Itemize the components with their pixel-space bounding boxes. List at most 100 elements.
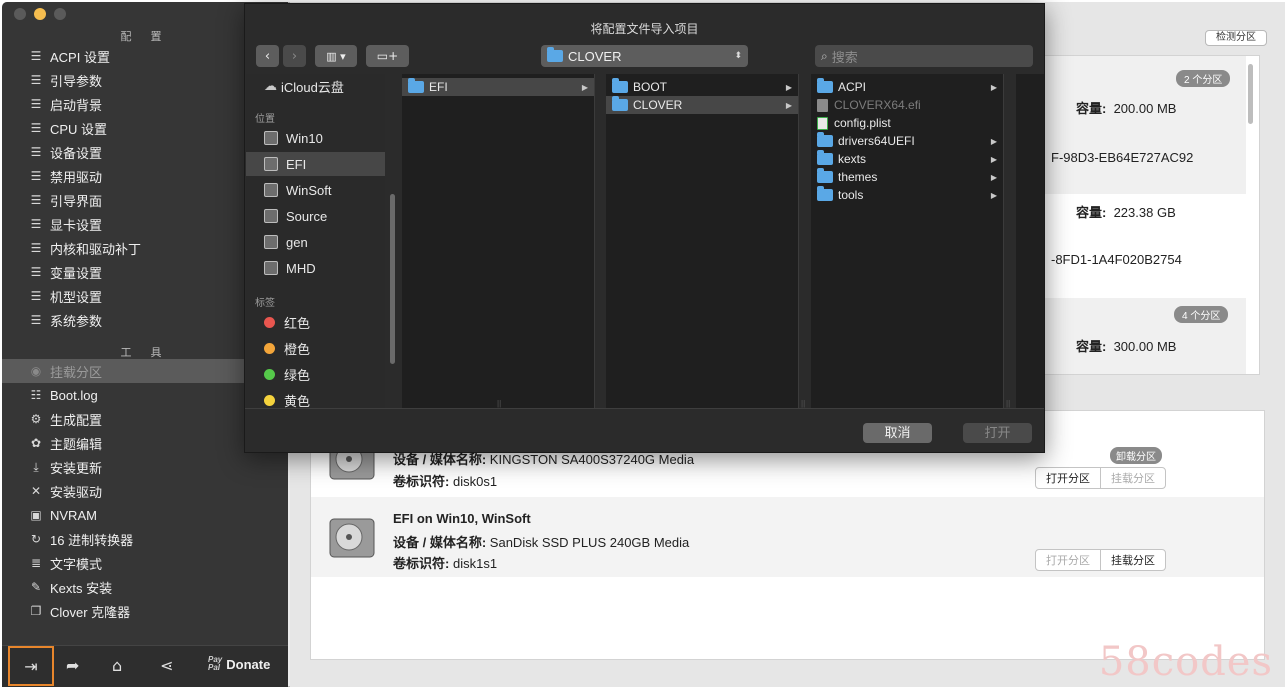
export-icon: ➦ xyxy=(66,656,80,675)
sidebar-item-install-update[interactable]: ⤓ 安装更新 xyxy=(2,455,288,479)
partition-count-badge: 2 个分区 xyxy=(1176,70,1231,87)
forward-button[interactable]: › xyxy=(283,45,306,67)
minimize-window-button[interactable] xyxy=(34,8,46,20)
folder-icon xyxy=(817,168,833,183)
view-mode-button[interactable]: ▥ ▾ xyxy=(315,45,357,67)
sidebar-item-icloud[interactable]: ☁ iCloud云盘 xyxy=(246,74,385,98)
folder-acpi[interactable]: ACPI ▶ xyxy=(811,78,1003,96)
search-icon: ⌕ xyxy=(821,48,828,63)
tags-heading: 标签 xyxy=(255,298,275,309)
scrollbar[interactable] xyxy=(1248,64,1253,124)
folder-drivers64uefi[interactable]: drivers64UEFI ▶ xyxy=(811,132,1003,150)
partition-actions: 打开分区 挂载分区 xyxy=(1035,549,1166,571)
list-icon: ☰ xyxy=(30,265,42,279)
hard-disk-icon xyxy=(329,518,375,558)
list-icon: ☰ xyxy=(30,145,42,159)
cancel-button[interactable]: 取消 xyxy=(863,423,932,443)
sidebar-toolbar: ⇥ ➦ ⌂ ⋖ Pay Pal Donate xyxy=(2,645,288,687)
new-folder-icon: ▭+ xyxy=(376,49,399,63)
folder-icon xyxy=(817,150,833,165)
paypal-icon: Pay Pal xyxy=(208,655,223,672)
folder-icon xyxy=(817,78,833,93)
mount-partition-button[interactable]: 挂载分区 xyxy=(1100,468,1165,488)
plist-file-icon xyxy=(817,116,828,130)
sidebar-item-kexts-installer[interactable]: ✎ Kexts 安装 xyxy=(2,575,288,599)
log-icon: ☷ xyxy=(30,388,42,402)
folder-icon xyxy=(408,78,424,93)
tag-green[interactable]: 绿色 xyxy=(246,362,385,386)
download-icon: ⤓ xyxy=(33,459,39,474)
drive-icon xyxy=(264,261,278,275)
path-popup[interactable]: CLOVER ⬍ xyxy=(541,45,748,67)
folder-boot[interactable]: BOOT ▶ xyxy=(606,78,798,96)
zoom-window-button[interactable] xyxy=(54,8,66,20)
sidebar-item-text-mode[interactable]: ≣ 文字模式 xyxy=(2,551,288,575)
folder-themes[interactable]: themes ▶ xyxy=(811,168,1003,186)
location-winsoft[interactable]: WinSoft xyxy=(246,178,385,202)
partition-row[interactable]: EFI on Win10, WinSoft 设备 / 媒体名称: SanDisk… xyxy=(311,497,1264,577)
orange-tag-dot xyxy=(264,342,275,354)
capacity-label: 容量: 300.00 MB xyxy=(1076,339,1177,354)
open-partition-button[interactable]: 打开分区 xyxy=(1036,468,1100,488)
tag-red[interactable]: 红色 xyxy=(246,310,385,334)
donate-button[interactable]: Pay Pal Donate xyxy=(208,656,270,672)
home-button[interactable]: ⌂ xyxy=(112,656,122,675)
partition-actions: 打开分区 挂载分区 xyxy=(1035,467,1166,489)
gears-icon: ⚙ xyxy=(30,412,42,426)
yellow-tag-dot xyxy=(264,394,275,406)
dialog-sidebar: ☁ iCloud云盘 位置 Win10 EFI WinSoft Source ge… xyxy=(246,74,385,410)
drive-icon xyxy=(264,209,278,223)
file-config-plist[interactable]: config.plist xyxy=(811,114,1003,132)
location-win10[interactable]: Win10 xyxy=(246,126,385,150)
list-icon: ☰ xyxy=(30,289,42,303)
export-config-button[interactable]: ➦ xyxy=(66,656,79,675)
folder-tools[interactable]: tools ▶ xyxy=(811,186,1003,204)
sidebar-item-hex-converter[interactable]: ↻ 16 进制转换器 xyxy=(2,527,288,551)
open-file-dialog: 将配置文件导入项目 ‹ › ▥ ▾ ▭+ CLOVER ⬍ ⌕ 搜索 ☁ iClo… xyxy=(244,3,1045,453)
open-partition-button[interactable]: 打开分区 xyxy=(1036,550,1100,570)
locations-heading: 位置 xyxy=(255,114,275,125)
share-button[interactable]: ⋖ xyxy=(160,656,173,675)
back-button[interactable]: ‹ xyxy=(256,45,279,67)
list-icon: ☰ xyxy=(30,97,42,111)
chevron-right-icon: ▶ xyxy=(785,82,792,92)
device-name-line: 设备 / 媒体名称: SanDisk SSD PLUS 240GB Media xyxy=(393,535,690,550)
sidebar-item-clover-cloner[interactable]: ❐ Clover 克隆器 xyxy=(2,599,288,623)
chevron-updown-icon: ⬍ xyxy=(734,51,742,61)
partition-title: EFI on Win10, WinSoft xyxy=(393,511,531,526)
search-field[interactable]: ⌕ 搜索 xyxy=(815,45,1033,67)
list-icon: ☰ xyxy=(30,169,42,183)
unmounted-badge: 卸载分区 xyxy=(1110,447,1162,464)
folder-clover[interactable]: CLOVER ▶ xyxy=(606,96,798,114)
list-icon: ☰ xyxy=(30,217,42,231)
share-icon: ⋖ xyxy=(160,656,174,675)
mount-partition-button[interactable]: 挂载分区 xyxy=(1100,550,1165,570)
tag-orange[interactable]: 橙色 xyxy=(246,336,385,360)
chevron-right-icon: ▶ xyxy=(990,190,997,200)
close-window-button[interactable] xyxy=(14,8,26,20)
chevron-right-icon: ▶ xyxy=(990,172,997,182)
location-source[interactable]: Source xyxy=(246,204,385,228)
detect-partitions-button[interactable]: 检测分区 xyxy=(1205,30,1267,46)
open-button[interactable]: 打开 xyxy=(963,423,1032,443)
list-icon: ☰ xyxy=(30,121,42,135)
location-mhd[interactable]: MHD xyxy=(246,256,385,280)
new-folder-button[interactable]: ▭+ xyxy=(366,45,409,67)
location-gen[interactable]: gen xyxy=(246,230,385,254)
sidebar-scrollbar[interactable] xyxy=(390,194,395,364)
sidebar-item-install-drivers[interactable]: ✕ 安装驱动 xyxy=(2,479,288,503)
refresh-icon: ↻ xyxy=(30,532,42,546)
location-efi[interactable]: EFI xyxy=(246,152,385,176)
volume-id-line: 卷标识符: disk1s1 xyxy=(393,556,498,571)
folder-efi[interactable]: EFI ▶ xyxy=(402,78,594,96)
column-resize-handle[interactable]: || xyxy=(497,399,501,408)
folder-kexts[interactable]: kexts ▶ xyxy=(811,150,1003,168)
list-icon: ☰ xyxy=(30,73,42,87)
import-config-button[interactable]: ⇥ xyxy=(8,646,54,686)
file-cloverx64-efi[interactable]: CLOVERX64.efi xyxy=(811,96,1003,114)
folder-icon xyxy=(817,186,833,201)
column-resize-handle[interactable]: || xyxy=(801,399,805,408)
sidebar-item-nvram[interactable]: ▣ NVRAM xyxy=(2,503,288,527)
column-resize-handle[interactable]: || xyxy=(1006,399,1010,408)
disk-uuid: F-98D3-EB64E727AC92 xyxy=(1051,150,1194,165)
